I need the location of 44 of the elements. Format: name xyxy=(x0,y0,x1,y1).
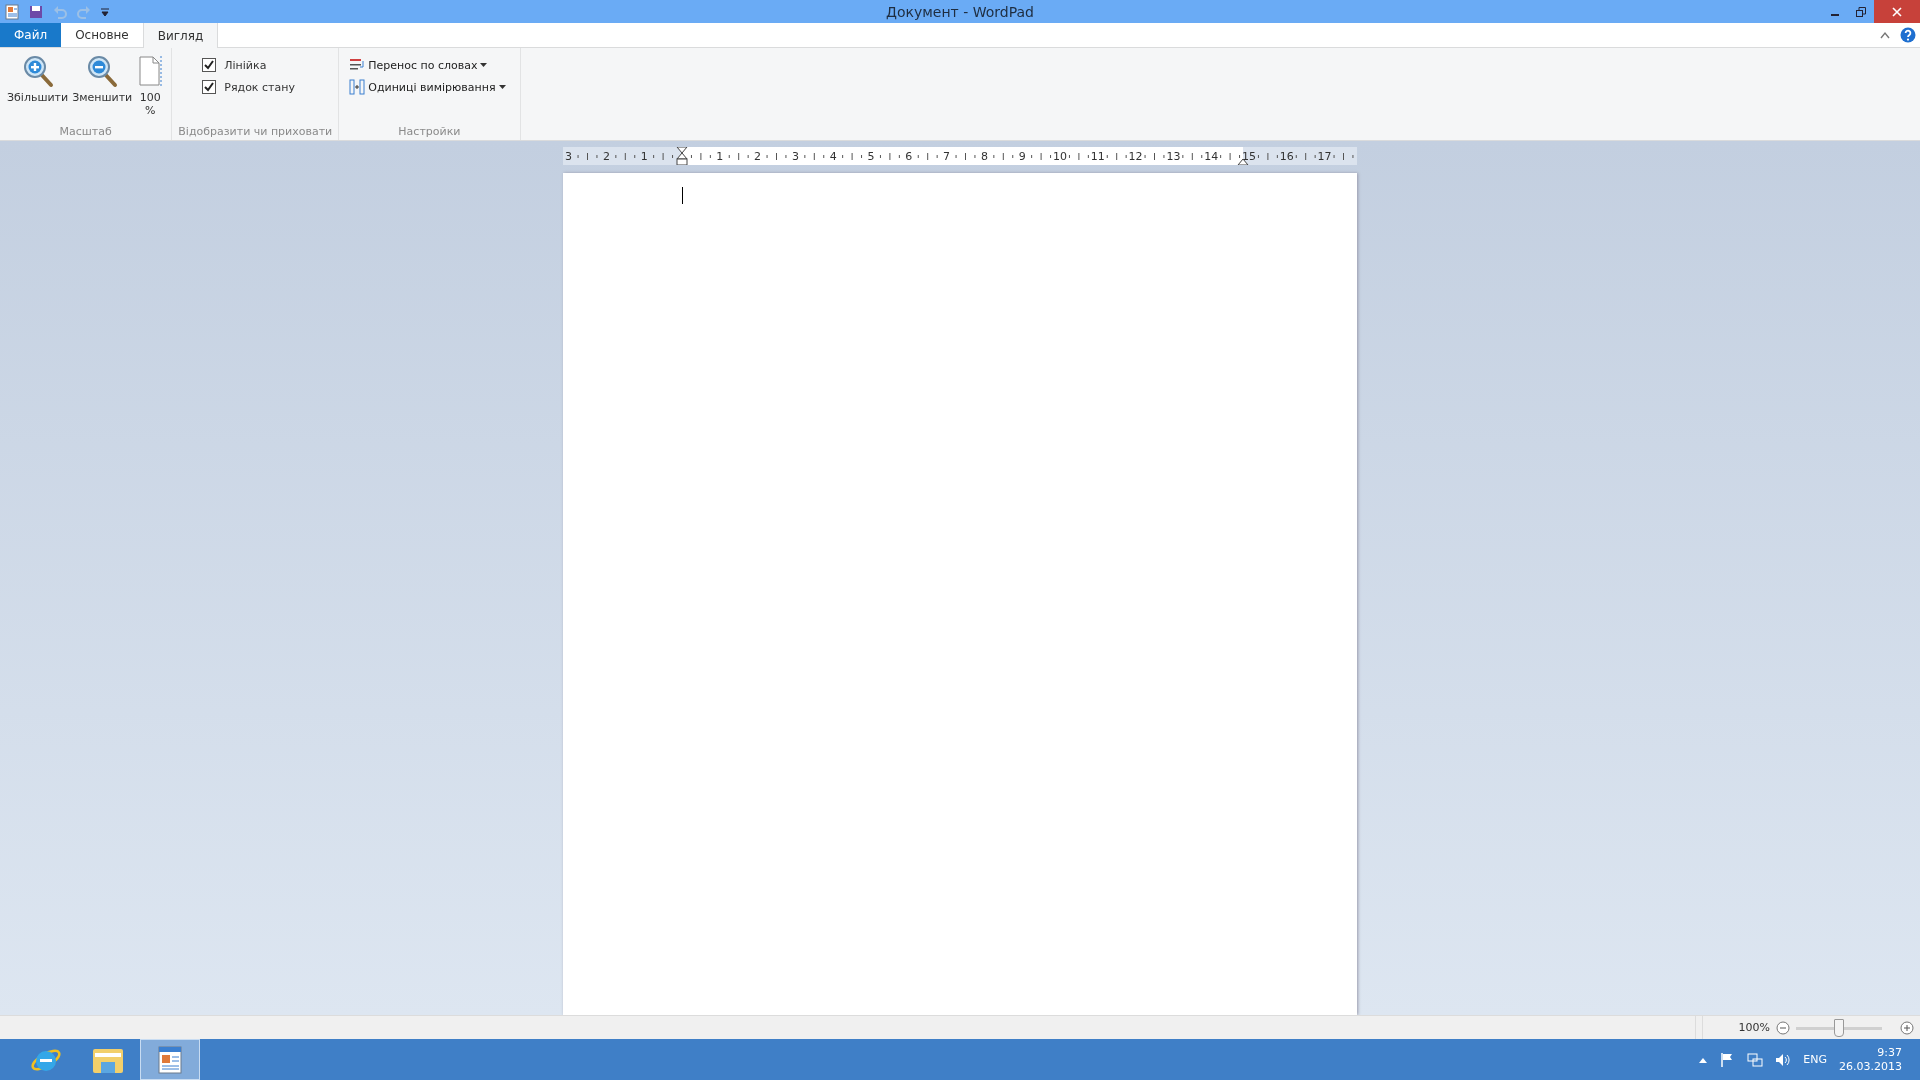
caret-icon xyxy=(480,63,488,67)
checkbox[interactable] xyxy=(202,58,217,72)
wordpad-taskbar-button[interactable] xyxy=(140,1039,200,1080)
word-wrap-button[interactable]: Перенос по словах xyxy=(347,56,508,74)
close-icon xyxy=(1892,6,1902,17)
units-button[interactable]: Одиниці вимірювання xyxy=(347,78,508,96)
text-lines-icon xyxy=(349,57,366,73)
caret-icon xyxy=(498,85,506,89)
file-menu-button[interactable]: Файл xyxy=(0,23,62,47)
checkbox-label: Рядок стану xyxy=(224,80,295,94)
zoom-out-button[interactable]: Зменшити xyxy=(71,52,134,125)
text-cursor xyxy=(682,187,683,204)
zoom-out-button[interactable] xyxy=(1776,1020,1790,1035)
ribbon-tab[interactable]: Вигляд xyxy=(142,23,219,48)
show-hidden-icons-icon xyxy=(1699,1056,1708,1063)
ruler[interactable]: 3 2 1 1 2 3 4 5 6 7 8 9 10 11 12 13 14 15 16 17 xyxy=(563,147,1357,165)
wordpad-icon xyxy=(4,3,20,20)
group-label: Масштаб xyxy=(58,125,113,138)
clock[interactable]: 9:37 26.03.2013 xyxy=(1839,1046,1902,1073)
zoom-100-button[interactable]: 100 % xyxy=(135,52,166,125)
group-label: Настройки xyxy=(397,125,462,138)
ruler-icon xyxy=(349,79,366,95)
save-icon xyxy=(28,3,44,20)
zoom-level: 100% xyxy=(1738,1021,1770,1034)
zoom-in-icon xyxy=(21,54,54,88)
network-icon xyxy=(1747,1051,1764,1068)
checkbox[interactable] xyxy=(202,80,217,94)
page-icon xyxy=(136,54,165,88)
zoom-in-button[interactable] xyxy=(1900,1020,1914,1035)
input-language[interactable]: ENG xyxy=(1803,1053,1827,1066)
group-label: Відобразити чи приховати xyxy=(178,125,333,138)
collapse-ribbon-icon xyxy=(1880,31,1890,39)
restore-icon xyxy=(1856,6,1866,17)
plus-icon xyxy=(1900,1020,1914,1035)
zoom-out-icon xyxy=(86,54,119,88)
help-icon xyxy=(1900,27,1916,43)
checkbox-label: Лінійка xyxy=(224,58,267,72)
redo-icon xyxy=(76,3,92,20)
wordpad-icon xyxy=(156,1044,184,1075)
minus-icon xyxy=(1776,1020,1790,1035)
zoom-in-button[interactable]: Збільшити xyxy=(6,52,70,125)
slider-thumb[interactable] xyxy=(1834,1018,1844,1037)
window-title: Документ - WordPad xyxy=(886,3,1034,20)
minimize-icon xyxy=(1831,13,1839,16)
